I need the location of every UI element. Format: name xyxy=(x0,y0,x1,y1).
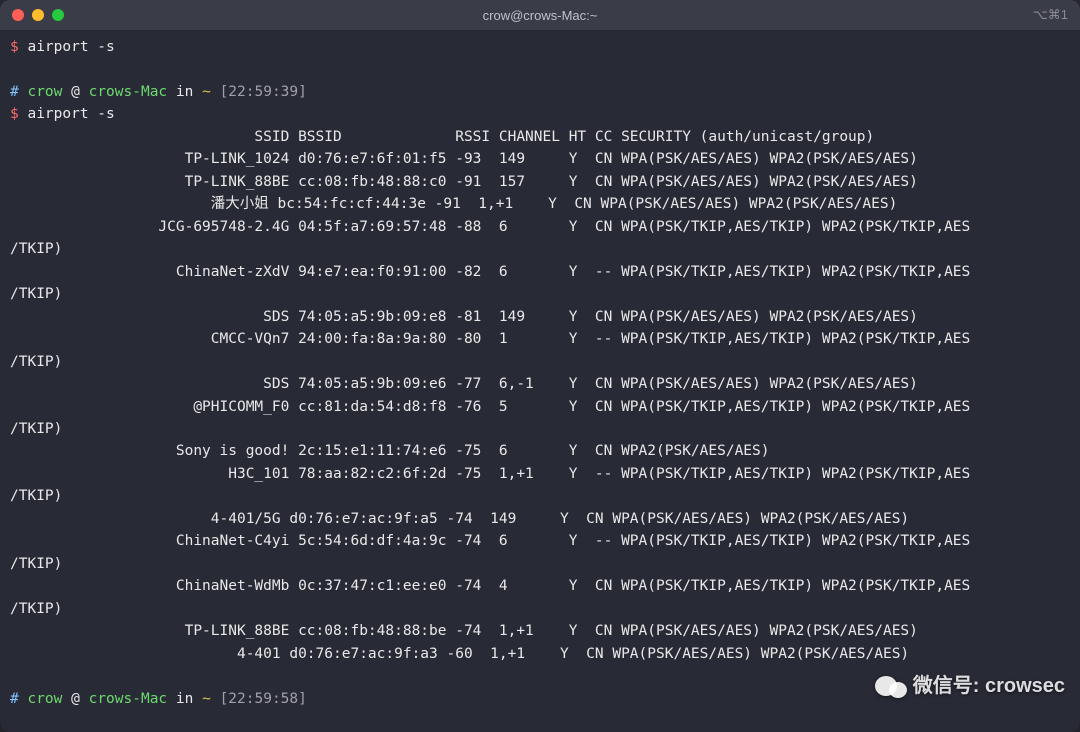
table-row: TP-LINK_88BE cc:08:fb:48:88:c0 -91 157 Y… xyxy=(10,171,1070,193)
at-symbol: @ xyxy=(71,691,80,707)
table-row: @PHICOMM_F0 cc:81:da:54:d8:f8 -76 5 Y CN… xyxy=(10,396,1070,418)
titlebar[interactable]: crow@crows-Mac:~ ⌥⌘1 xyxy=(0,0,1080,30)
table-row: 潘大小姐 bc:54:fc:cf:44:3e -91 1,+1 Y CN WPA… xyxy=(10,193,1070,215)
at-symbol: @ xyxy=(71,84,80,100)
table-row-wrap: /TKIP) xyxy=(10,283,1070,305)
table-row-wrap: /TKIP) xyxy=(10,553,1070,575)
table-row: ChinaNet-C4yi 5c:54:6d:df:4a:9c -74 6 Y … xyxy=(10,530,1070,552)
traffic-lights xyxy=(12,9,64,21)
table-row: CMCC-VQn7 24:00:fa:8a:9a:80 -80 1 Y -- W… xyxy=(10,328,1070,350)
table-row-wrap: /TKIP) xyxy=(10,598,1070,620)
timestamp: [22:59:39] xyxy=(220,84,307,100)
close-icon[interactable] xyxy=(12,9,24,21)
watermark-text: 微信号: crowsec xyxy=(913,671,1065,702)
path: ~ xyxy=(202,84,211,100)
table-row: H3C_101 78:aa:82:c2:6f:2d -75 1,+1 Y -- … xyxy=(10,463,1070,485)
table-row: 4-401/5G d0:76:e7:ac:9f:a5 -74 149 Y CN … xyxy=(10,508,1070,530)
hostname: crows-Mac xyxy=(89,84,168,100)
username: crow xyxy=(27,691,62,707)
timestamp: [22:59:58] xyxy=(220,691,307,707)
terminal-window: crow@crows-Mac:~ ⌥⌘1 $ airport -s # crow… xyxy=(0,0,1080,732)
hostname: crows-Mac xyxy=(89,691,168,707)
minimize-icon[interactable] xyxy=(32,9,44,21)
table-row: TP-LINK_1024 d0:76:e7:6f:01:f5 -93 149 Y… xyxy=(10,148,1070,170)
table-row: SDS 74:05:a5:9b:09:e8 -81 149 Y CN WPA(P… xyxy=(10,306,1070,328)
hash-symbol: # xyxy=(10,691,19,707)
command-text: airport -s xyxy=(27,106,114,122)
table-row: TP-LINK_88BE cc:08:fb:48:88:be -74 1,+1 … xyxy=(10,620,1070,642)
path: ~ xyxy=(202,691,211,707)
watermark: 微信号: crowsec xyxy=(875,671,1065,702)
wechat-icon xyxy=(875,676,907,698)
table-row-wrap: /TKIP) xyxy=(10,351,1070,373)
prompt-line: $ airport -s xyxy=(10,36,1070,58)
terminal-body[interactable]: $ airport -s # crow @ crows-Mac in ~ [22… xyxy=(0,30,1080,732)
table-row: JCG-695748-2.4G 04:5f:a7:69:57:48 -88 6 … xyxy=(10,216,1070,238)
table-row: ChinaNet-WdMb 0c:37:47:c1:ee:e0 -74 4 Y … xyxy=(10,575,1070,597)
blank-line xyxy=(10,58,1070,80)
in-word: in xyxy=(176,84,193,100)
in-word: in xyxy=(176,691,193,707)
table-row: Sony is good! 2c:15:e1:11:74:e6 -75 6 Y … xyxy=(10,440,1070,462)
window-shortcut: ⌥⌘1 xyxy=(1033,7,1068,23)
table-row-wrap: /TKIP) xyxy=(10,238,1070,260)
hash-symbol: # xyxy=(10,84,19,100)
status-line: # crow @ crows-Mac in ~ [22:59:39] xyxy=(10,81,1070,103)
username: crow xyxy=(27,84,62,100)
table-row: ChinaNet-zXdV 94:e7:ea:f0:91:00 -82 6 Y … xyxy=(10,261,1070,283)
table-header: SSID BSSID RSSI CHANNEL HT CC SECURITY (… xyxy=(10,126,1070,148)
table-row: SDS 74:05:a5:9b:09:e6 -77 6,-1 Y CN WPA(… xyxy=(10,373,1070,395)
maximize-icon[interactable] xyxy=(52,9,64,21)
table-row-wrap: /TKIP) xyxy=(10,485,1070,507)
table-row-wrap: /TKIP) xyxy=(10,418,1070,440)
prompt-symbol: $ xyxy=(10,39,19,55)
table-row: 4-401 d0:76:e7:ac:9f:a3 -60 1,+1 Y CN WP… xyxy=(10,643,1070,665)
prompt-line: $ airport -s xyxy=(10,103,1070,125)
command-text: airport -s xyxy=(27,39,114,55)
prompt-symbol: $ xyxy=(10,106,19,122)
window-title: crow@crows-Mac:~ xyxy=(483,8,598,23)
